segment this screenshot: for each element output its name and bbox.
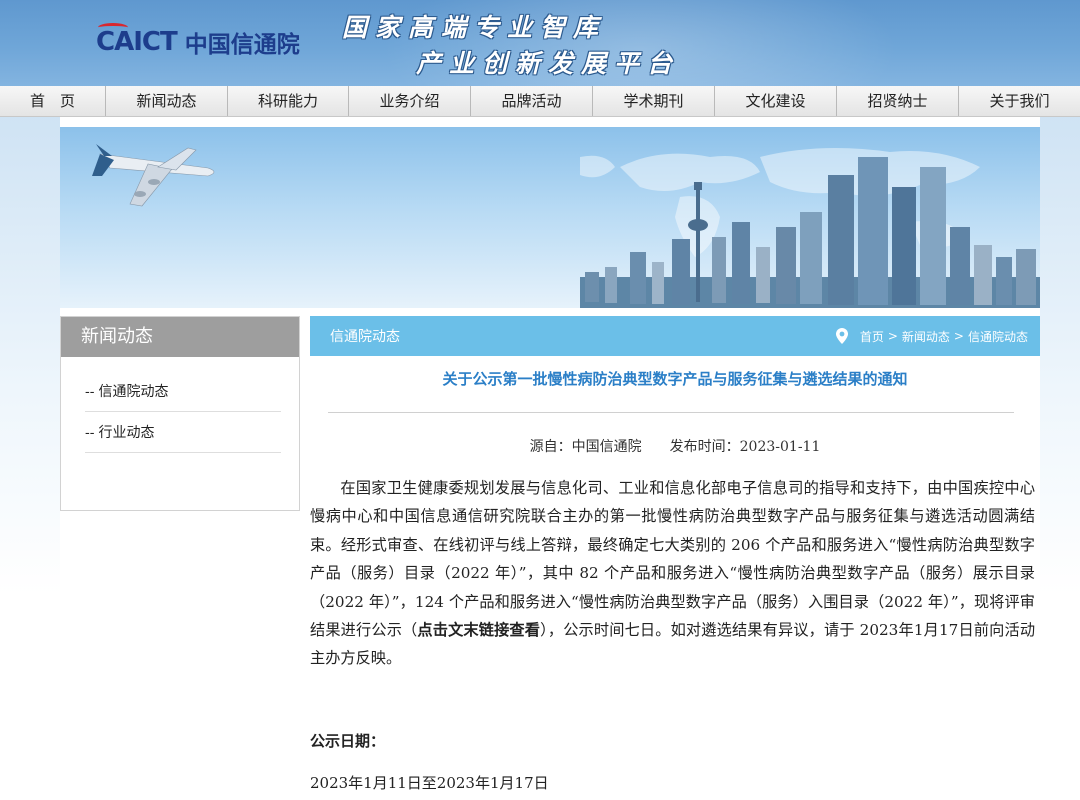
breadcrumb-separator: > (887, 329, 898, 343)
nav-item-news[interactable]: 新闻动态 (106, 86, 228, 116)
breadcrumb: 首页 > 新闻动态 > 信通院动态 (835, 328, 1028, 345)
list-dash: -- (85, 425, 95, 441)
nav-item-business[interactable]: 业务介绍 (349, 86, 471, 116)
sidebar-item-label: 行业动态 (98, 425, 155, 441)
sidebar-item-caict-news[interactable]: -- 信通院动态 (85, 371, 281, 412)
breadcrumb-news[interactable]: 新闻动态 (902, 328, 950, 345)
nav-item-journals[interactable]: 学术期刊 (593, 86, 715, 116)
nav-item-culture[interactable]: 文化建设 (715, 86, 837, 116)
article-body: 在国家卫生健康委规划发展与信息化司、工业和信息化部电子信息司的指导和支持下，由中… (310, 474, 1035, 673)
sidebar-item-industry-news[interactable]: -- 行业动态 (85, 412, 281, 453)
article-publish-time: 发布时间：2023-01-11 (669, 439, 821, 455)
logo-chinese-text: 中国信通院 (184, 32, 300, 58)
article-link-hint: 点击文末链接查看 (417, 621, 541, 640)
section-title: 信通院动态 (330, 329, 400, 345)
article-body-text: 在国家卫生健康委规划发展与信息化司、工业和信息化部电子信息司的指导和支持下，由中… (310, 479, 1035, 640)
breadcrumb-home[interactable]: 首页 (860, 328, 884, 345)
page-background-right (1040, 116, 1080, 800)
site-header: CAICT 中国信通院 国家高端专业智库 产业创新发展平台 (0, 0, 1080, 86)
slogan-line-2: 产业创新发展平台 (416, 49, 681, 78)
logo-english-text: CAICT (96, 23, 178, 57)
nav-item-about[interactable]: 关于我们 (959, 86, 1080, 116)
hero-banner (60, 127, 1040, 308)
title-divider (328, 412, 1014, 413)
breadcrumb-current[interactable]: 信通院动态 (968, 328, 1028, 345)
article-title: 关于公示第一批慢性病防治典型数字产品与服务征集与遴选结果的通知 (442, 370, 908, 388)
list-dash: -- (85, 384, 95, 400)
nav-item-home[interactable]: 首 页 (0, 86, 106, 116)
article-meta: 源自：中国信通院 发布时间：2023-01-11 (310, 436, 1040, 456)
section-header-bar: 信通院动态 首页 > 新闻动态 > 信通院动态 (310, 316, 1040, 356)
notice-date-label: 公示日期： (310, 732, 386, 750)
nav-item-brand-events[interactable]: 品牌活动 (471, 86, 593, 116)
nav-item-careers[interactable]: 招贤纳士 (837, 86, 959, 116)
sidebar-list: -- 信通院动态 -- 行业动态 (85, 371, 281, 453)
notice-date-range: 2023年1月11日至2023年1月17日 (310, 774, 549, 792)
airplane-graphic (92, 144, 215, 207)
slogan-line-1: 国家高端专业智库 (342, 13, 607, 42)
location-pin-icon (835, 328, 848, 344)
breadcrumb-separator: > (953, 329, 964, 343)
main-content: 信通院动态 首页 > 新闻动态 > 信通院动态 关于公示第一批慢性病防治典型数字… (310, 316, 1040, 800)
banner-illustration (92, 144, 1040, 308)
page-background-left (0, 116, 60, 800)
sidebar: 新闻动态 -- 信通院动态 -- 行业动态 (60, 316, 300, 511)
article-source: 源自：中国信通院 (529, 439, 642, 455)
caict-logo[interactable]: CAICT 中国信通院 (96, 23, 306, 60)
nav-item-research[interactable]: 科研能力 (228, 86, 349, 116)
sidebar-title: 新闻动态 (61, 317, 299, 357)
main-nav: 首 页 新闻动态 科研能力 业务介绍 品牌活动 学术期刊 文化建设 招贤纳士 关… (0, 86, 1080, 117)
sidebar-item-label: 信通院动态 (98, 384, 169, 400)
